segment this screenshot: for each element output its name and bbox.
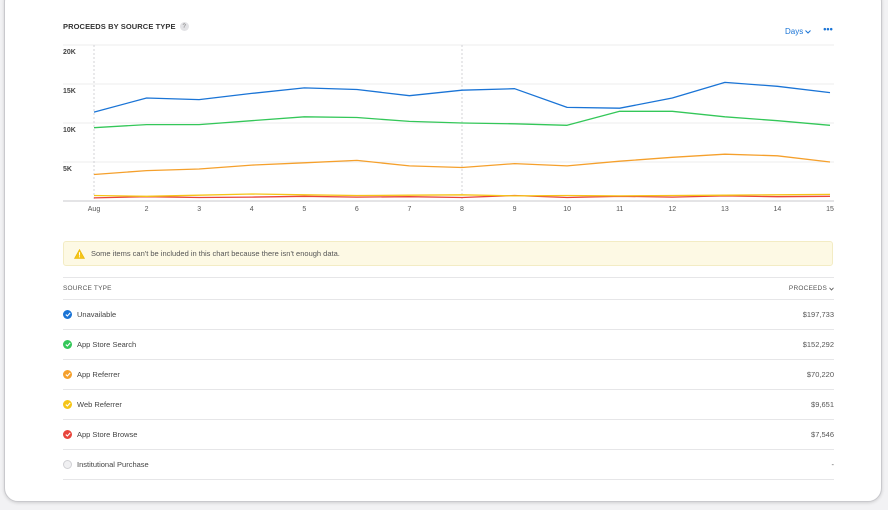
series-toggle-checkbox[interactable] [63,430,72,439]
y-tick-label: 10K [63,127,76,134]
y-tick-label: 20K [63,49,76,56]
series-toggle-checkbox[interactable] [63,340,72,349]
x-tick-label: Aug [88,206,101,213]
checkmark-icon [64,432,71,437]
sort-chevron-icon [829,287,834,291]
checkmark-icon [64,402,71,407]
x-tick-label: 12 [668,206,676,213]
table-row: App Referrer $70,220 [63,360,834,390]
row-value: - [831,460,835,469]
y-tick-label: 5K [63,166,72,173]
y-tick-label: 15K [63,88,76,95]
series-toggle-checkbox[interactable] [63,460,72,469]
x-tick-label: 8 [460,206,464,213]
row-source: App Store Search [63,340,136,349]
row-source: Unavailable [63,310,116,319]
checkmark-icon [64,372,71,377]
row-label: Unavailable [77,310,117,319]
x-tick-label: 5 [302,206,306,213]
x-tick-label: 4 [250,206,254,213]
column-proceeds-label: PROCEEDS [788,285,827,292]
warning-icon [74,248,85,259]
source-table: SOURCE TYPE PROCEEDS Unavailable $197,733… [63,277,834,480]
x-tick-label: 7 [407,206,411,213]
row-value: $70,220 [806,370,834,379]
row-label: App Store Browse [77,430,138,439]
x-tick-label: 13 [721,206,729,213]
row-label: Web Referrer [77,400,122,409]
x-tick-label: 6 [355,206,359,213]
series-toggle-checkbox[interactable] [63,370,72,379]
table-header: SOURCE TYPE PROCEEDS [63,277,834,300]
column-source-type: SOURCE TYPE [63,285,112,292]
x-tick-label: 14 [774,206,782,213]
checkmark-icon [64,312,71,317]
data-notice: Some items can't be included in this cha… [63,241,833,266]
series-toggle-checkbox[interactable] [63,400,72,409]
row-value: $9,651 [811,400,834,409]
table-row: Unavailable $197,733 [63,300,834,330]
x-tick-label: 10 [563,206,571,213]
row-source: Web Referrer [63,400,122,409]
row-value: $7,546 [811,430,834,439]
x-tick-label: 9 [513,206,517,213]
row-source: App Referrer [63,370,120,379]
series-toggle-checkbox[interactable] [63,310,72,319]
proceeds-line-chart: 20K 15K 10K 5K Aug 2 3 4 5 6 7 8 9 10 11 12 13 14 15 [63,44,834,213]
row-value: $152,292 [802,340,834,349]
row-value: $197,733 [802,310,834,319]
x-tick-label: 2 [145,206,149,213]
table-row: Institutional Purchase - [63,450,834,480]
row-label: Institutional Purchase [77,460,149,469]
x-tick-label: 3 [197,206,201,213]
table-row: App Store Search $152,292 [63,330,834,360]
x-tick-label: 15 [826,206,834,213]
notice-text: Some items can't be included in this cha… [91,249,340,258]
table-row: App Store Browse $7,546 [63,420,834,450]
row-label: App Referrer [77,370,120,379]
checkmark-icon [64,342,71,347]
x-tick-label: 11 [616,206,623,213]
row-source: Institutional Purchase [63,460,149,469]
table-row: Web Referrer $9,651 [63,390,834,420]
row-label: App Store Search [77,340,137,349]
row-source: App Store Browse [63,430,137,439]
column-proceeds[interactable]: PROCEEDS [789,285,834,292]
